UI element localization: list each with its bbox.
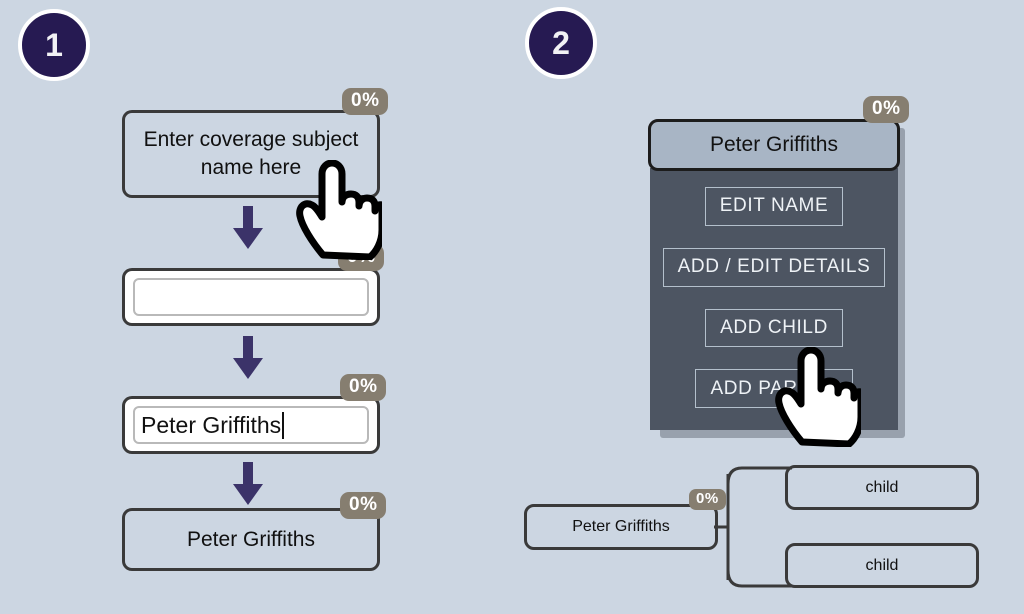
- progress-badge-context-menu: 0%: [863, 96, 910, 123]
- result-box-label: Peter Griffiths: [187, 527, 315, 551]
- subject-name-input-filled-wrapper[interactable]: Peter Griffiths: [122, 396, 380, 454]
- context-menu-title: Peter Griffiths: [710, 133, 838, 156]
- menu-button-add-parent[interactable]: ADD PARENT: [695, 369, 853, 408]
- flow-arrow-down-icon-1: [230, 206, 266, 257]
- coverage-subject-result-box[interactable]: Peter Griffiths: [122, 508, 380, 571]
- tree-node-child-2[interactable]: child: [785, 543, 979, 588]
- coverage-subject-prompt-box[interactable]: Enter coverage subject name here: [122, 110, 380, 198]
- flow-arrow-down-icon-2: [230, 336, 266, 387]
- menu-button-add-edit-details[interactable]: ADD / EDIT DETAILS: [662, 247, 886, 287]
- progress-badge-empty-input: 0%: [338, 244, 385, 271]
- menu-button-add-child[interactable]: ADD CHILD: [705, 308, 843, 348]
- progress-badge-tree-root: 0%: [689, 489, 726, 510]
- tree-node-child-1[interactable]: child: [785, 465, 979, 510]
- subject-name-input-empty-wrapper[interactable]: [122, 268, 380, 326]
- step-number-badge-2: 2: [525, 7, 597, 79]
- progress-badge-result-box: 0%: [340, 492, 387, 519]
- menu-button-label: ADD / EDIT DETAILS: [677, 256, 871, 278]
- subject-name-input-empty[interactable]: [133, 278, 369, 316]
- menu-button-label: ADD CHILD: [720, 316, 828, 338]
- menu-button-edit-name[interactable]: EDIT NAME: [704, 187, 844, 226]
- progress-badge-filled-input: 0%: [340, 374, 387, 401]
- step-number-badge-1: 1: [18, 9, 90, 81]
- prompt-box-label: Enter coverage subject name here: [143, 128, 359, 179]
- step-number-label: 1: [45, 26, 63, 63]
- flow-arrow-down-icon-3: [230, 462, 266, 513]
- context-menu-body: EDIT NAME ADD / EDIT DETAILS ADD CHILD A…: [650, 168, 898, 430]
- progress-badge-prompt-box: 0%: [342, 88, 389, 115]
- diagram-canvas: 1 Enter coverage subject name here 0% 0%…: [0, 0, 1024, 614]
- step-number-label: 2: [552, 24, 570, 61]
- context-menu-header[interactable]: Peter Griffiths: [648, 119, 900, 171]
- tree-node-label: Peter Griffiths: [572, 518, 670, 535]
- menu-button-label: EDIT NAME: [719, 195, 829, 217]
- tree-node-label: child: [865, 556, 899, 574]
- tree-node-root[interactable]: Peter Griffiths: [524, 504, 718, 550]
- tree-connector-lines: [714, 460, 794, 594]
- menu-button-label: ADD PARENT: [710, 377, 838, 399]
- subject-name-input-filled[interactable]: Peter Griffiths: [133, 406, 369, 444]
- text-caret: [282, 411, 285, 439]
- subject-name-input-filled-value: Peter Griffiths: [141, 411, 282, 438]
- tree-node-label: child: [865, 478, 899, 496]
